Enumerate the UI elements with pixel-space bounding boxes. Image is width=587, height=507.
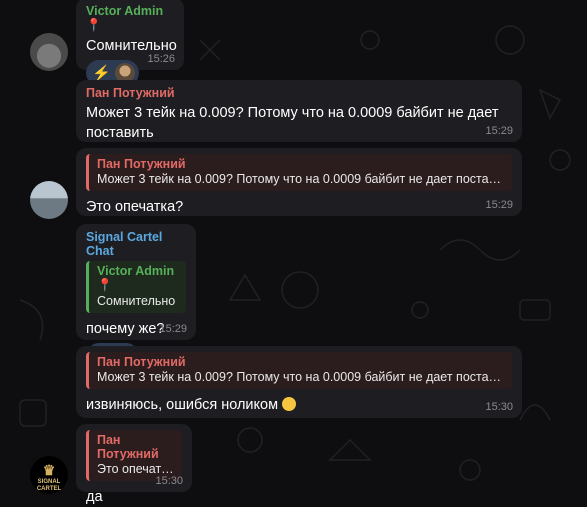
timestamp: 15:29 — [485, 125, 513, 137]
sender-name[interactable]: Signal Cartel Chat — [86, 230, 186, 258]
quote-text: Может 3 тейк на 0.009? Потому что на 0.0… — [97, 172, 502, 186]
timestamp: 15:29 — [485, 199, 513, 211]
face-emoji-icon — [282, 397, 297, 411]
sender-name[interactable]: Пан Потужний — [86, 86, 512, 100]
avatar-label: SIGNAL — [37, 478, 61, 485]
message-bubble[interactable]: Signal Cartel Chat Victor Admin 📍 Сомнит… — [76, 224, 196, 369]
avatar[interactable] — [30, 181, 68, 219]
message-bubble[interactable]: Пан Потужний Это опечатка? да 15:30 — [76, 424, 192, 505]
sender-name[interactable]: Victor Admin 📍 — [86, 4, 174, 33]
message-list[interactable]: ♛ SIGNAL CARTEL Victor Admin 📍 Сомнитель… — [0, 0, 587, 505]
timestamp: 15:30 — [485, 401, 513, 413]
message-bubble[interactable]: Пан Потужний Может 3 тейк на 0.009? Пото… — [76, 148, 522, 216]
quote-sender: Пан Потужний — [97, 157, 186, 171]
message-text: Может 3 тейк на 0.009? Потому что на 0.0… — [86, 105, 499, 141]
timestamp: 15:30 — [155, 475, 183, 487]
message-bubble[interactable]: Пан Потужний Может 3 тейк на 0.009? Пото… — [76, 80, 522, 142]
crown-icon: ♛ — [42, 462, 56, 478]
reply-quote[interactable]: Victor Admin 📍 Сомнительно — [86, 261, 186, 313]
timestamp: 15:29 — [159, 323, 187, 335]
reply-quote[interactable]: Пан Потужний Может 3 тейк на 0.009? Пото… — [86, 352, 512, 389]
timestamp: 15:26 — [147, 53, 175, 65]
avatar-label: CARTEL — [36, 485, 62, 492]
quote-sender: Пан Потужний — [97, 355, 186, 369]
message-bubble[interactable]: Пан Потужний Может 3 тейк на 0.009? Пото… — [76, 346, 522, 418]
avatar[interactable]: ♛ SIGNAL CARTEL — [30, 456, 68, 494]
reply-quote[interactable]: Пан Потужний Это опечатка? — [86, 430, 182, 481]
message-text: да — [86, 489, 103, 505]
quote-text: Сомнительно — [97, 294, 176, 308]
avatar[interactable] — [30, 33, 68, 71]
quote-sender: Victor Admin 📍 — [97, 264, 175, 292]
quote-sender: Пан Потужний — [97, 433, 159, 461]
quote-text: Может 3 тейк на 0.009? Потому что на 0.0… — [97, 370, 502, 384]
message-text: Это опечатка? — [86, 199, 184, 215]
message-text: извиняюсь, ошибся ноликом — [86, 397, 279, 413]
message-bubble[interactable]: Victor Admin 📍 Сомнительно ⚡ 15:26 — [76, 0, 184, 86]
reply-quote[interactable]: Пан Потужний Может 3 тейк на 0.009? Пото… — [86, 154, 512, 191]
